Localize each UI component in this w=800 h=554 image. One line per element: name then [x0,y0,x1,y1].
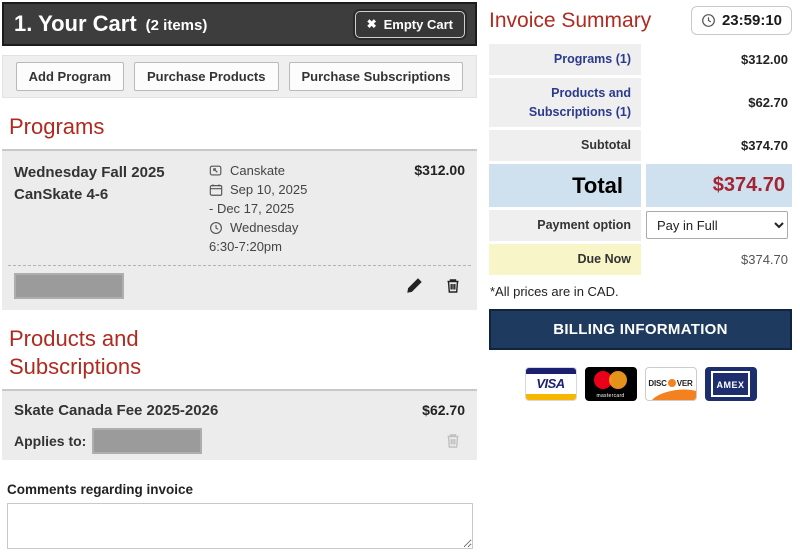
program-time: 6:30-7:20pm [209,238,282,257]
x-icon: ✖ [367,18,377,30]
mastercard-label: mastercard [585,393,637,399]
page-title: 1. Your Cart [14,11,137,37]
trash-icon [445,432,461,449]
cart-header: 1. Your Cart (2 items) ✖ Empty Cart [2,2,477,46]
program-title-line2: CanSkate 4-6 [14,184,209,207]
discover-label-left: DISC [648,379,666,388]
comments-textarea[interactable] [7,503,473,549]
timer-value: 23:59:10 [722,12,782,29]
program-day: Wednesday [230,219,298,238]
invoice-row-products-label: Products and Subscriptions (1) [489,78,641,128]
delete-product-button[interactable] [445,432,461,449]
purchase-products-button[interactable]: Purchase Products [134,62,279,91]
accepted-cards: VISA mastercard DISC VER AMEX [489,367,792,401]
cart-countdown-timer: 23:59:10 [691,6,792,35]
invoice-summary-panel: Invoice Summary 23:59:10 Programs (1) $3… [489,6,792,401]
program-date-end-row: - Dec 17, 2025 [209,200,369,219]
calendar-icon [209,183,223,197]
participant-name-redacted [14,273,124,299]
program-participant-row [14,266,465,304]
product-cart-item: Skate Canada Fee 2025-2026 $62.70 Applie… [2,389,477,460]
visa-label: VISA [536,376,564,391]
currency-note: *All prices are in CAD. [490,284,792,299]
program-category: Canskate [230,162,285,181]
applies-to-name-redacted [92,428,202,454]
add-program-button[interactable]: Add Program [16,62,124,91]
product-applies-row: Applies to: [14,428,465,454]
invoice-table: Programs (1) $312.00 Products and Subscr… [489,44,792,275]
product-price: $62.70 [422,402,465,418]
program-date-end: - Dec 17, 2025 [209,200,294,219]
invoice-row-subtotal-label: Subtotal [489,130,641,161]
delete-program-button[interactable] [445,277,461,294]
amex-label: AMEX [716,380,744,390]
product-actions [445,432,465,449]
product-item-summary: Skate Canada Fee 2025-2026 $62.70 [14,402,465,419]
products-heading: Products and Subscriptions [9,325,249,382]
billing-information-button[interactable]: BILLING INFORMATION [489,309,792,350]
program-price: $312.00 [414,162,465,257]
pencil-icon [406,277,423,294]
program-day-row: Wednesday [209,219,369,238]
due-now-value: $374.70 [646,244,792,275]
program-actions [406,277,465,294]
applies-to-label: Applies to: [14,433,86,449]
invoice-summary-heading: Invoice Summary [489,9,651,33]
invoice-total-value: $374.70 [646,164,792,207]
program-category-row: Canskate [209,162,369,181]
payment-option-label: Payment option [489,210,641,241]
comments-label: Comments regarding invoice [7,482,477,497]
mastercard-card-icon: mastercard [585,367,637,401]
cart-items-count: (2 items) [146,17,208,34]
due-now-label: Due Now [489,244,641,275]
program-time-row: 6:30-7:20pm [209,238,369,257]
clock-icon [701,13,716,28]
program-title: Wednesday Fall 2025 CanSkate 4-6 [14,162,209,257]
clock-icon [209,221,223,235]
program-date-row: Sep 10, 2025 [209,181,369,200]
payment-option-cell: Pay in Full [646,210,792,241]
invoice-row-programs-label: Programs (1) [489,44,641,75]
trash-icon [445,277,461,294]
payment-option-select[interactable]: Pay in Full [646,211,788,239]
amex-card-icon: AMEX [705,367,757,401]
invoice-row-products-value: $62.70 [646,78,792,128]
invoice-header: Invoice Summary 23:59:10 [489,6,792,35]
cart-toolbar: Add Program Purchase Products Purchase S… [2,55,477,98]
programs-heading: Programs [9,113,477,142]
empty-cart-button[interactable]: ✖ Empty Cart [355,11,465,38]
product-title: Skate Canada Fee 2025-2026 [14,402,218,419]
program-item-summary: Wednesday Fall 2025 CanSkate 4-6 Canskat… [14,162,465,257]
program-cart-item: Wednesday Fall 2025 CanSkate 4-6 Canskat… [2,149,477,310]
program-date-start: Sep 10, 2025 [230,181,307,200]
purchase-subscriptions-button[interactable]: Purchase Subscriptions [289,62,464,91]
program-title-line1: Wednesday Fall 2025 [14,162,209,185]
discover-card-icon: DISC VER [645,367,697,401]
cart-page: 1. Your Cart (2 items) ✖ Empty Cart Add … [0,0,800,532]
edit-program-button[interactable] [406,277,423,294]
invoice-row-subtotal-value: $374.70 [646,130,792,161]
visa-card-icon: VISA [525,367,577,401]
cart-column: 1. Your Cart (2 items) ✖ Empty Cart Add … [2,2,477,554]
discover-label-right: VER [677,379,693,388]
discover-o-dot [668,379,676,387]
program-type-icon [209,164,223,178]
program-details: Canskate Sep 10, 2025 - Dec 17, 2025 Wed… [209,162,369,257]
invoice-row-programs-value: $312.00 [646,44,792,75]
empty-cart-label: Empty Cart [384,17,453,32]
invoice-total-label: Total [489,164,641,207]
